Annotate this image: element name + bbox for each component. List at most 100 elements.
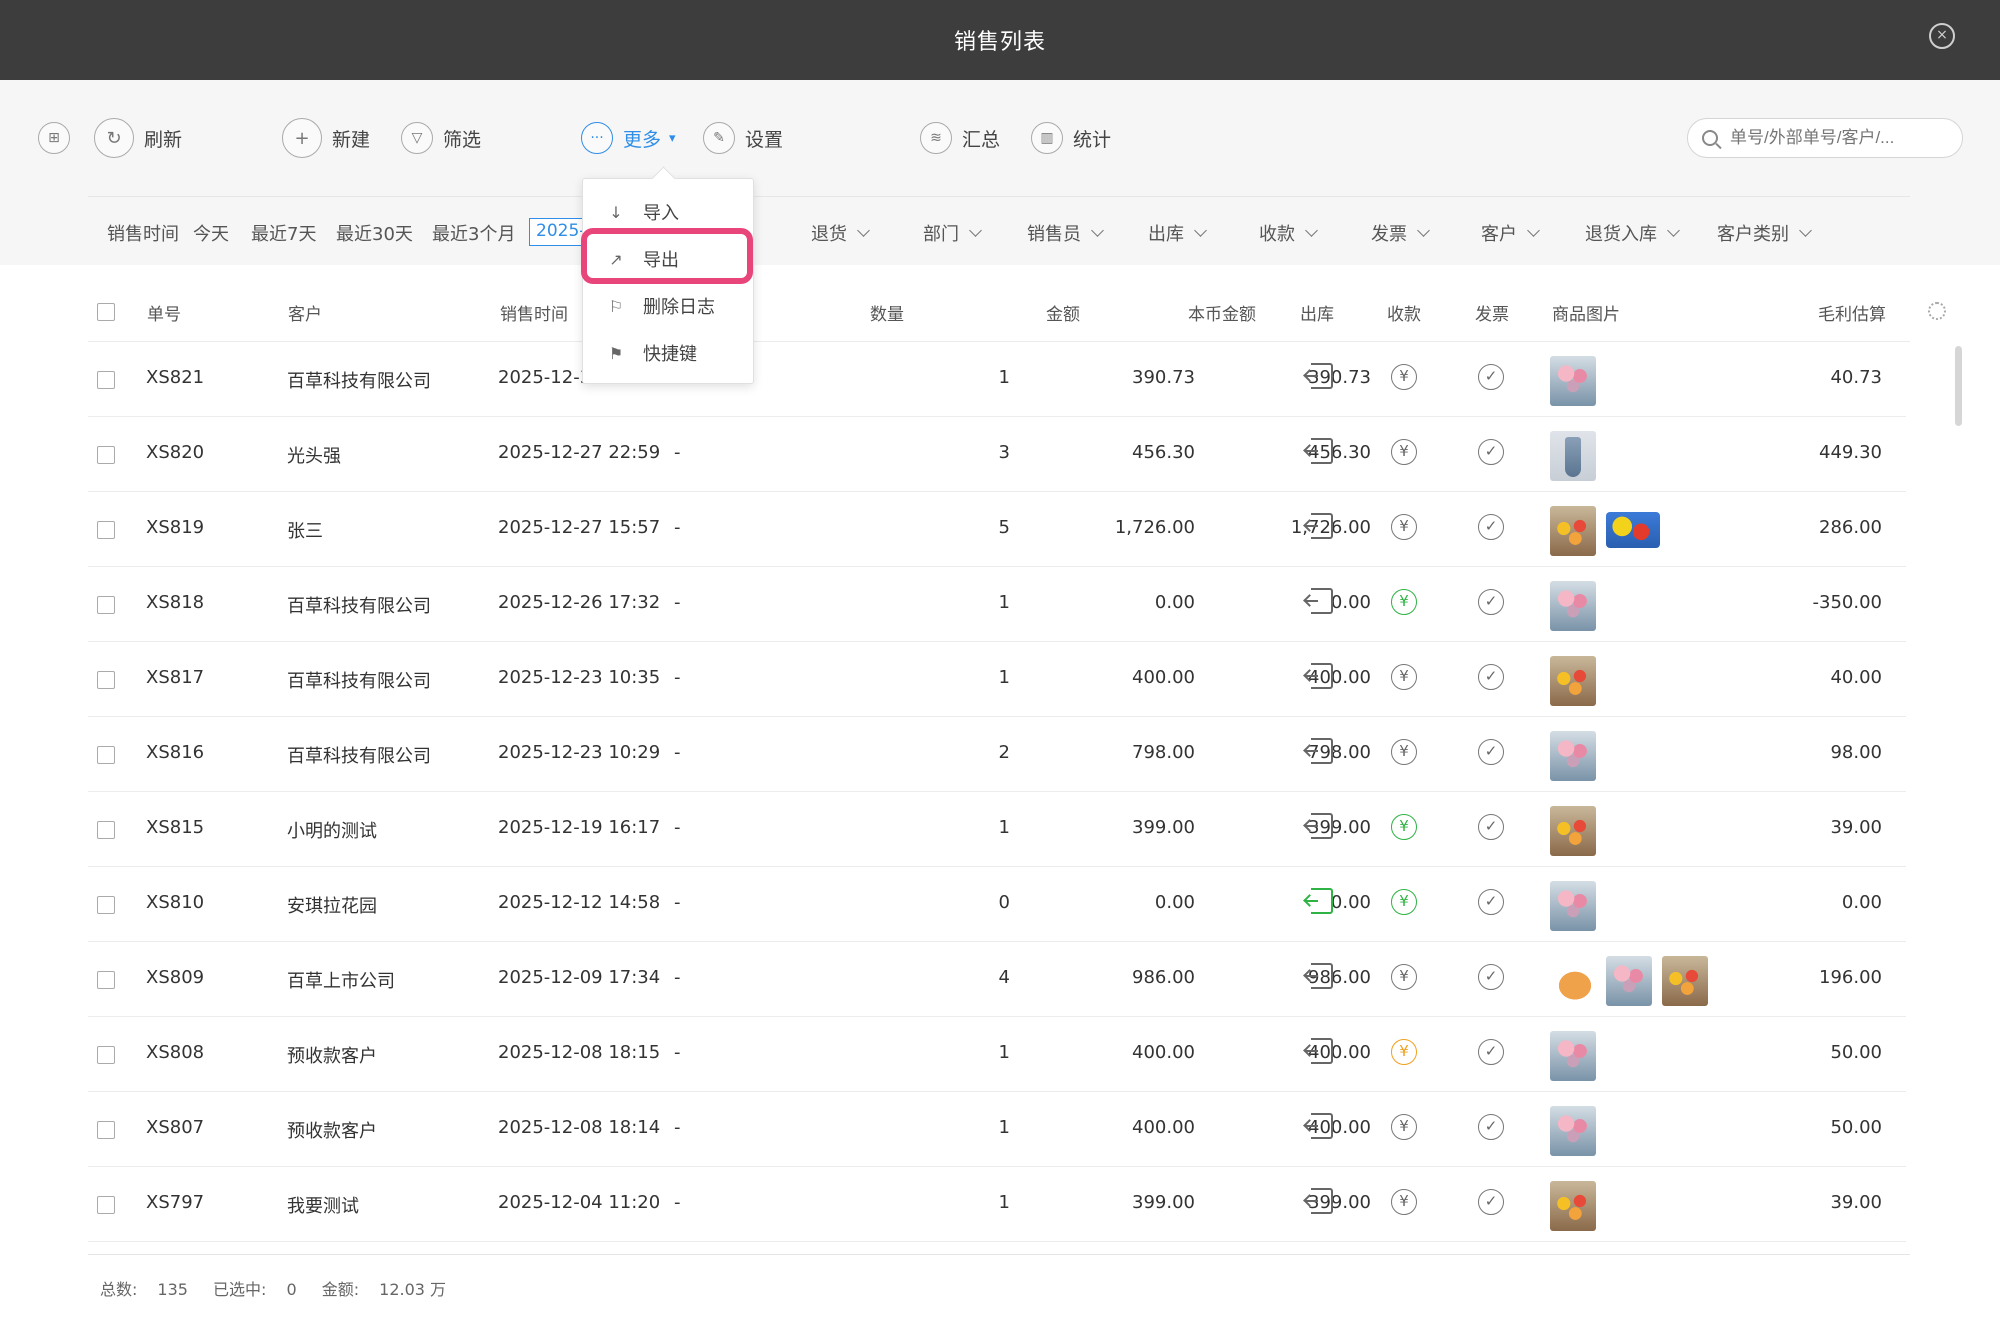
product-image[interactable] — [1550, 1031, 1596, 1081]
outbound-icon[interactable] — [1305, 363, 1333, 389]
more-button[interactable]: ··· 更多 ▾ — [581, 118, 676, 158]
outbound-icon[interactable] — [1305, 963, 1333, 989]
product-image[interactable] — [1550, 656, 1596, 706]
apps-button[interactable]: ⊞ — [38, 118, 80, 158]
table-row[interactable]: XS810 安琪拉花园 2025-12-12 14:58- 0 0.00 0.00 ¥ ✓ 0.… — [88, 867, 1906, 942]
product-image[interactable] — [1662, 956, 1708, 1006]
filter-payment[interactable]: 收款 — [1259, 220, 1318, 246]
payment-yen-icon[interactable]: ¥ — [1391, 364, 1417, 390]
last3m-filter[interactable]: 最近3个月 — [432, 220, 515, 246]
row-checkbox[interactable] — [97, 671, 115, 689]
table-row[interactable]: XS819 张三 2025-12-27 15:57-5 1,726.00 1,726.0… — [88, 492, 1906, 567]
invoice-check-icon[interactable]: ✓ — [1478, 889, 1504, 915]
order-no[interactable]: XS807 — [146, 1117, 204, 1138]
menu-item-delete-log[interactable]: ⚐ 删除日志 — [607, 293, 715, 319]
row-checkbox[interactable] — [97, 746, 115, 764]
order-no[interactable]: XS820 — [146, 442, 204, 463]
payment-yen-icon[interactable]: ¥ — [1391, 1189, 1417, 1215]
header-payment[interactable]: 收款 — [1387, 300, 1421, 325]
header-invoice[interactable]: 发票 — [1475, 300, 1509, 325]
summary-button[interactable]: ≋ 汇总 — [920, 118, 1000, 158]
product-image[interactable] — [1550, 1106, 1596, 1156]
invoice-check-icon[interactable]: ✓ — [1478, 1189, 1504, 1215]
table-row[interactable]: XS821 百草科技有限公司 2025-12-30 1 390.73 390.73 ¥ ✓ 40… — [88, 342, 1906, 417]
row-checkbox[interactable] — [97, 1046, 115, 1064]
today-filter[interactable]: 今天 — [193, 220, 229, 246]
scrollbar[interactable] — [1955, 346, 1962, 426]
invoice-check-icon[interactable]: ✓ — [1478, 439, 1504, 465]
payment-yen-icon[interactable]: ¥ — [1391, 1114, 1417, 1140]
table-row[interactable]: XS820 光头强 2025-12-27 22:59-3 456.30 456.30 ¥ ✓… — [88, 417, 1906, 492]
payment-yen-icon[interactable]: ¥ — [1391, 739, 1417, 765]
order-no[interactable]: XS821 — [146, 367, 204, 388]
table-row[interactable]: XS818 百草科技有限公司 2025-12-26 17:32- 1 0.00 0.00 ¥… — [88, 567, 1906, 642]
row-checkbox[interactable] — [97, 1196, 115, 1214]
invoice-check-icon[interactable]: ✓ — [1478, 1039, 1504, 1065]
outbound-icon[interactable] — [1305, 513, 1333, 539]
outbound-icon[interactable] — [1305, 1113, 1333, 1139]
row-checkbox[interactable] — [97, 821, 115, 839]
order-no[interactable]: XS818 — [146, 592, 204, 613]
row-checkbox[interactable] — [97, 896, 115, 914]
product-image[interactable] — [1550, 356, 1596, 406]
product-image[interactable] — [1550, 431, 1596, 481]
product-image[interactable] — [1550, 506, 1596, 556]
row-checkbox[interactable] — [97, 446, 115, 464]
menu-item-shortcuts[interactable]: ⚑ 快捷键 — [607, 340, 697, 366]
table-row[interactable]: XS817 百草科技有限公司 2025-12-23 10:35-1 400.00 400… — [88, 642, 1906, 717]
row-checkbox[interactable] — [97, 521, 115, 539]
product-image[interactable] — [1550, 806, 1596, 856]
payment-yen-icon[interactable]: ¥ — [1391, 814, 1417, 840]
filter-return-inbound[interactable]: 退货入库 — [1585, 220, 1680, 246]
payment-yen-icon[interactable]: ¥ — [1391, 889, 1417, 915]
table-row[interactable]: XS815 小明的测试 2025-12-19 16:17-1 399.00 399.00… — [88, 792, 1906, 867]
row-checkbox[interactable] — [97, 971, 115, 989]
payment-yen-icon[interactable]: ¥ — [1391, 514, 1417, 540]
table-row[interactable]: XS808 预收款客户 2025-12-08 18:15-1 400.00 400.00… — [88, 1017, 1906, 1092]
invoice-check-icon[interactable]: ✓ — [1478, 514, 1504, 540]
filter-department[interactable]: 部门 — [923, 220, 982, 246]
row-checkbox[interactable] — [97, 1121, 115, 1139]
product-image[interactable] — [1550, 964, 1600, 1000]
row-checkbox[interactable] — [97, 371, 115, 389]
order-no[interactable]: XS797 — [146, 1192, 204, 1213]
payment-yen-icon[interactable]: ¥ — [1391, 664, 1417, 690]
product-image[interactable] — [1550, 881, 1596, 931]
new-button[interactable]: + 新建 — [282, 118, 370, 158]
order-no[interactable]: XS808 — [146, 1042, 204, 1063]
table-row[interactable]: XS816 百草科技有限公司 2025-12-23 10:29-2 798.00 798… — [88, 717, 1906, 792]
statistics-button[interactable]: ▥ 统计 — [1031, 118, 1111, 158]
header-order-no[interactable]: 单号 — [147, 300, 181, 325]
payment-yen-icon[interactable]: ¥ — [1391, 964, 1417, 990]
header-amount[interactable]: 金额 — [1046, 300, 1080, 325]
order-no[interactable]: XS815 — [146, 817, 204, 838]
header-time[interactable]: 销售时间 — [500, 300, 568, 325]
outbound-icon[interactable] — [1305, 888, 1333, 914]
payment-yen-icon[interactable]: ¥ — [1391, 589, 1417, 615]
order-no[interactable]: XS817 — [146, 667, 204, 688]
header-customer[interactable]: 客户 — [288, 300, 322, 325]
filter-customer[interactable]: 客户 — [1481, 220, 1540, 246]
invoice-check-icon[interactable]: ✓ — [1478, 364, 1504, 390]
header-local-amount[interactable]: 本币金额 — [1188, 300, 1256, 325]
outbound-icon[interactable] — [1305, 813, 1333, 839]
column-settings-gear-icon[interactable] — [1928, 302, 1946, 320]
invoice-check-icon[interactable]: ✓ — [1478, 589, 1504, 615]
order-no[interactable]: XS819 — [146, 517, 204, 538]
refresh-button[interactable]: ↻ 刷新 — [94, 118, 182, 158]
filter-salesperson[interactable]: 销售员 — [1027, 220, 1104, 246]
search-box[interactable] — [1687, 118, 1963, 158]
last7-filter[interactable]: 最近7天 — [251, 220, 316, 246]
order-no[interactable]: XS810 — [146, 892, 204, 913]
order-no[interactable]: XS816 — [146, 742, 204, 763]
outbound-icon[interactable] — [1305, 738, 1333, 764]
invoice-check-icon[interactable]: ✓ — [1478, 964, 1504, 990]
table-row[interactable]: XS809 百草上市公司 2025-12-09 17:34-4 986.00 986.0… — [88, 942, 1906, 1017]
outbound-icon[interactable] — [1305, 1038, 1333, 1064]
header-gross-profit[interactable]: 毛利估算 — [1818, 300, 1886, 325]
table-row[interactable]: XS807 预收款客户 2025-12-08 18:14-1 400.00 400.00… — [88, 1092, 1906, 1167]
outbound-icon[interactable] — [1305, 588, 1333, 614]
date-range-input[interactable]: 2025- — [529, 218, 589, 246]
filter-return[interactable]: 退货 — [811, 220, 870, 246]
payment-yen-icon[interactable]: ¥ — [1391, 1039, 1417, 1065]
